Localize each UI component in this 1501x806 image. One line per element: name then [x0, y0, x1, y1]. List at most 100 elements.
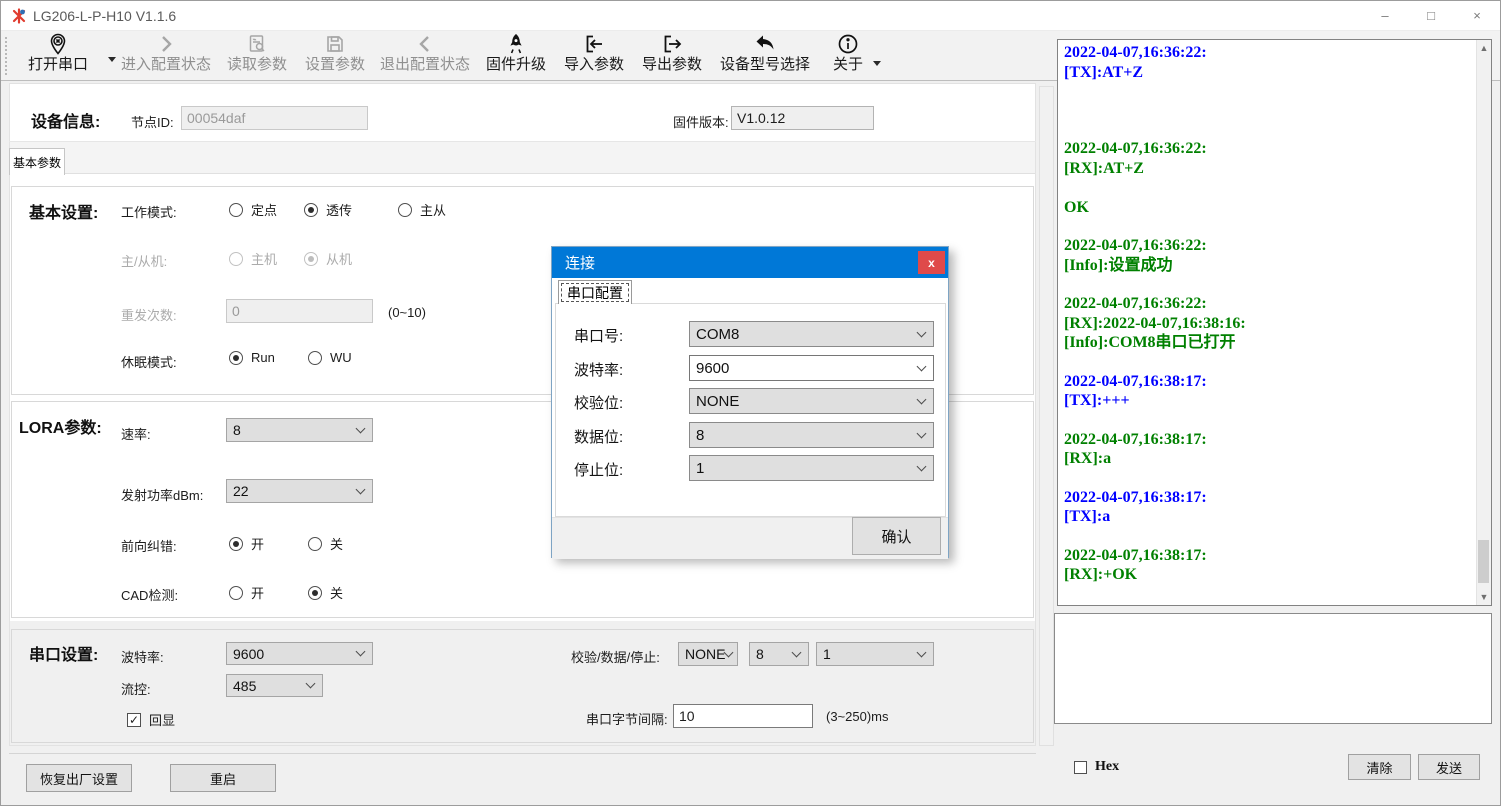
device-info-title: 设备信息:: [31, 108, 100, 132]
fec-option-off[interactable]: 关: [308, 534, 343, 553]
toolbar-open-serial-label: 打开串口: [28, 55, 88, 75]
log-scrollbar[interactable]: ▲ ▼: [1476, 40, 1491, 605]
dialog-close-button[interactable]: x: [918, 251, 945, 274]
toolbar-import-params-button[interactable]: 导入参数: [560, 33, 628, 79]
send-input[interactable]: [1054, 613, 1492, 724]
parity-select[interactable]: NONE: [678, 642, 738, 666]
log-entry: 2022-04-07,16:38:17: [TX]:a: [1064, 488, 1469, 527]
factory-reset-button[interactable]: 恢复出厂设置: [26, 764, 132, 792]
toolbar-export-params-button[interactable]: 导出参数: [638, 33, 706, 79]
log-entry: 2022-04-07,16:36:22: [Info]:设置成功: [1064, 236, 1469, 275]
flow-control-select[interactable]: 485: [226, 674, 323, 697]
close-button[interactable]: ×: [1454, 1, 1500, 31]
toolbar-open-serial-button[interactable]: 打开串口: [15, 33, 101, 79]
chevron-left-icon: [414, 33, 436, 55]
radio-checked-icon: [229, 351, 243, 365]
toolbar-grip: [5, 37, 7, 75]
master-option: 主机: [229, 249, 277, 268]
tx-power-select[interactable]: 22: [226, 479, 373, 503]
chevron-down-icon: [917, 461, 927, 471]
log-entry: 2022-04-07,16:38:17: [TX]:+++: [1064, 372, 1469, 411]
scroll-up-icon[interactable]: ▲: [1477, 40, 1491, 56]
resend-count-hint: (0~10): [388, 305, 426, 320]
log-scrollbar-thumb[interactable]: [1478, 540, 1489, 583]
slave-option: 从机: [304, 249, 352, 268]
minimize-button[interactable]: –: [1362, 1, 1408, 31]
sleep-mode-option-wu[interactable]: WU: [308, 350, 352, 365]
fec-label: 前向纠错:: [121, 536, 177, 555]
send-button[interactable]: 发送: [1418, 754, 1480, 780]
toolbar-import-params-label: 导入参数: [564, 55, 624, 75]
cad-option-on[interactable]: 开: [229, 583, 264, 602]
toolbar-overflow-icon[interactable]: [873, 61, 881, 66]
radio-unchecked-icon: [308, 351, 322, 365]
radio-disabled-icon: [229, 252, 243, 266]
chevron-down-icon: [306, 679, 316, 689]
data-bits-select[interactable]: 8: [749, 642, 809, 666]
work-mode-label: 工作模式:: [121, 202, 177, 221]
com-port-select[interactable]: COM8: [689, 321, 934, 347]
radio-unchecked-icon: [229, 203, 243, 217]
serial-pin-icon: [47, 33, 69, 55]
checkbox-checked-icon: ✓: [127, 713, 141, 727]
cad-label: CAD检测:: [121, 585, 178, 604]
tab-serial-config[interactable]: 串口配置: [558, 280, 632, 304]
log-entry: 2022-04-07,16:36:22: [RX]:AT+Z OK: [1064, 139, 1469, 217]
app-window: LG206-L-P-H10 V1.1.6 – □ × 打开串口 进入配置状态: [0, 0, 1501, 806]
chevron-down-icon: [917, 327, 927, 337]
scroll-down-icon[interactable]: ▼: [1477, 589, 1491, 605]
connect-dialog-titlebar: 连接 x: [552, 247, 948, 278]
cad-option-off[interactable]: 关: [308, 583, 343, 602]
work-mode-option-fixed[interactable]: 定点: [229, 200, 277, 219]
log-output[interactable]: 2022-04-07,16:36:22: [TX]:AT+Z 2022-04-0…: [1057, 39, 1492, 606]
chevron-down-icon: [917, 428, 927, 438]
sleep-mode-option-run[interactable]: Run: [229, 350, 275, 365]
divider: [9, 753, 1036, 754]
chevron-down-icon: [792, 647, 802, 657]
dialog-stop-bits-select[interactable]: 1: [689, 455, 934, 481]
radio-checked-icon: [304, 203, 318, 217]
maximize-button[interactable]: □: [1408, 1, 1454, 31]
open-serial-dropdown-icon[interactable]: [108, 57, 116, 62]
info-icon: [837, 33, 859, 55]
connect-dialog: 连接 x 串口配置 串口号: COM8 波特率: 9600 校验位: NONE …: [551, 246, 949, 558]
work-mode-option-master-slave[interactable]: 主从: [398, 200, 446, 219]
tx-power-label: 发射功率dBm:: [121, 485, 203, 504]
firmware-version-field[interactable]: V1.0.12: [731, 106, 874, 130]
toolbar-exit-config-label: 退出配置状态: [380, 55, 470, 75]
echo-checkbox[interactable]: ✓ 回显: [127, 710, 175, 729]
chevron-right-icon: [155, 33, 177, 55]
chevron-down-icon: [356, 647, 366, 657]
byte-interval-field[interactable]: 10: [673, 704, 813, 728]
chevron-down-icon: [917, 394, 927, 404]
serial-baud-select[interactable]: 9600: [226, 642, 373, 665]
toolbar-device-model-button[interactable]: 设备型号选择: [714, 33, 816, 79]
toolbar-firmware-upgrade-button[interactable]: 固件升级: [482, 33, 550, 79]
tab-basic-params[interactable]: 基本参数: [9, 148, 65, 175]
checkbox-unchecked-icon: [1074, 761, 1087, 774]
fec-option-on[interactable]: 开: [229, 534, 264, 553]
work-mode-option-transparent[interactable]: 透传: [304, 200, 352, 219]
resend-count-field: 0: [226, 299, 373, 323]
lora-rate-select[interactable]: 8: [226, 418, 373, 442]
rocket-icon: [505, 33, 527, 55]
reply-arrow-icon: [754, 33, 776, 55]
window-title: LG206-L-P-H10 V1.1.6: [33, 8, 176, 24]
clear-button[interactable]: 清除: [1348, 754, 1411, 780]
radio-unchecked-icon: [229, 586, 243, 600]
toolbar-enter-config-button: 进入配置状态: [120, 33, 212, 79]
restart-button[interactable]: 重启: [170, 764, 276, 792]
flow-control-label: 流控:: [121, 679, 151, 698]
dialog-data-bits-select[interactable]: 8: [689, 422, 934, 448]
dialog-parity-select[interactable]: NONE: [689, 388, 934, 414]
confirm-button[interactable]: 确认: [852, 517, 941, 555]
main-scrollbar[interactable]: [1039, 86, 1054, 746]
dialog-parity-label: 校验位:: [574, 392, 623, 413]
sleep-mode-label: 休眠模式:: [121, 352, 177, 371]
dialog-baud-select[interactable]: 9600: [689, 355, 934, 381]
hex-checkbox[interactable]: Hex: [1074, 759, 1119, 775]
node-id-label: 节点ID:: [131, 112, 174, 131]
stop-bits-select[interactable]: 1: [816, 642, 934, 666]
node-id-field: 00054daf: [181, 106, 368, 130]
toolbar-about-button[interactable]: 关于: [827, 33, 869, 79]
